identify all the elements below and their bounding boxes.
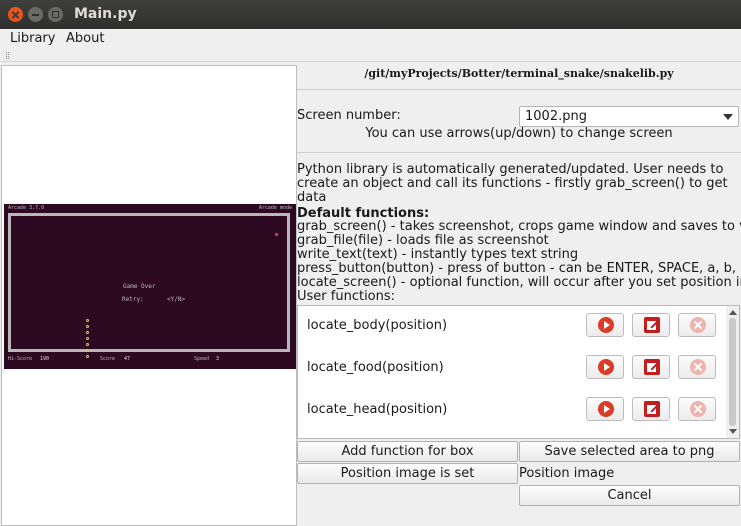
list-scrollbar[interactable] bbox=[726, 306, 739, 438]
edit-function-button[interactable] bbox=[632, 397, 670, 421]
delete-function-button[interactable] bbox=[678, 313, 716, 337]
position-image-set-button[interactable]: Position image is set bbox=[297, 463, 518, 484]
function-name: locate_food(position) bbox=[307, 360, 444, 375]
list-item: locate_body(position) bbox=[298, 306, 726, 346]
edit-icon bbox=[644, 317, 660, 333]
delete-function-button[interactable] bbox=[678, 355, 716, 379]
function-name: locate_body(position) bbox=[307, 318, 448, 333]
window-title: Main.py bbox=[74, 6, 137, 22]
title-bar: Main.py bbox=[0, 0, 741, 29]
delete-icon bbox=[690, 317, 706, 333]
speed-label: Speed bbox=[194, 356, 210, 362]
snake-body bbox=[86, 319, 90, 361]
hiscore-label: Hi-Score bbox=[8, 356, 33, 362]
file-path-bar: /git/myProjects/Botter/terminal_snake/sn… bbox=[297, 63, 741, 87]
play-icon bbox=[598, 317, 614, 333]
food-marker bbox=[275, 233, 278, 236]
default-functions-list: grab_screen() - takes screenshot, crops … bbox=[297, 220, 741, 304]
screen-number-select[interactable]: 1002.png bbox=[519, 106, 739, 127]
scroll-down-icon[interactable] bbox=[729, 429, 737, 434]
default-function-line: write_text(text) - instantly types text … bbox=[297, 247, 579, 262]
retry-text: Retry: bbox=[122, 296, 144, 303]
toolbar-grip-handle[interactable] bbox=[6, 52, 9, 59]
user-functions-list[interactable]: locate_body(position) locate_food(positi… bbox=[297, 305, 740, 439]
game-version-text: Arcade 3.7.0 bbox=[8, 205, 45, 211]
play-icon bbox=[598, 359, 614, 375]
file-path: /git/myProjects/Botter/terminal_snake/sn… bbox=[364, 67, 674, 80]
menu-library[interactable]: Library bbox=[10, 31, 55, 46]
speed-value: 3 bbox=[216, 356, 220, 362]
divider bbox=[297, 152, 741, 153]
default-function-line: locate_screen() - optional function, wil… bbox=[297, 275, 741, 290]
library-description: Python library is automatically generate… bbox=[297, 162, 728, 205]
position-image-label: Position image bbox=[519, 466, 615, 481]
hiscore-value: 190 bbox=[40, 356, 50, 362]
list-item: locate_food(position) bbox=[298, 348, 726, 388]
default-function-line: press_button(button) - press of button -… bbox=[297, 261, 741, 276]
toolbar bbox=[0, 50, 741, 62]
screenshot-preview[interactable]: Arcade 3.7.0 Arcade mode Game Over Retry… bbox=[1, 65, 297, 526]
list-item: locate_head(position) bbox=[298, 390, 726, 430]
minimize-window-icon[interactable] bbox=[28, 7, 43, 22]
add-function-button[interactable]: Add function for box bbox=[297, 441, 518, 462]
divider bbox=[297, 89, 741, 90]
menu-bar: Library About bbox=[0, 29, 741, 49]
run-function-button[interactable] bbox=[586, 355, 624, 379]
edit-function-button[interactable] bbox=[632, 313, 670, 337]
default-function-line: grab_screen() - takes screenshot, crops … bbox=[297, 219, 741, 234]
game-board: Game Over Retry: <Y/N> bbox=[8, 213, 290, 358]
screen-number-label: Screen number: bbox=[297, 108, 401, 123]
scrollbar-thumb[interactable] bbox=[729, 318, 736, 426]
delete-function-button[interactable] bbox=[678, 397, 716, 421]
play-icon bbox=[598, 401, 614, 417]
cancel-button[interactable]: Cancel bbox=[519, 485, 740, 506]
delete-icon bbox=[690, 359, 706, 375]
function-name: locate_head(position) bbox=[307, 402, 448, 417]
score-label: Score bbox=[100, 356, 116, 362]
menu-about[interactable]: About bbox=[66, 31, 104, 46]
score-value: 47 bbox=[124, 356, 131, 362]
run-function-button[interactable] bbox=[586, 397, 624, 421]
game-mode-text: Arcade mode bbox=[258, 205, 292, 211]
user-functions-heading: User functions: bbox=[297, 289, 396, 304]
screen-hint: You can use arrows(up/down) to change sc… bbox=[365, 126, 673, 141]
screen-number-value: 1002.png bbox=[525, 109, 587, 124]
run-function-button[interactable] bbox=[586, 313, 624, 337]
delete-icon bbox=[690, 401, 706, 417]
close-window-icon[interactable] bbox=[8, 7, 23, 22]
game-over-text: Game Over bbox=[123, 283, 156, 290]
edit-icon bbox=[644, 401, 660, 417]
game-screenshot: Arcade 3.7.0 Arcade mode Game Over Retry… bbox=[4, 204, 296, 369]
scroll-up-icon[interactable] bbox=[729, 310, 737, 315]
edit-icon bbox=[644, 359, 660, 375]
edit-function-button[interactable] bbox=[632, 355, 670, 379]
maximize-window-icon[interactable] bbox=[48, 7, 63, 22]
default-function-line: grab_file(file) - loads file as screensh… bbox=[297, 233, 549, 248]
save-area-button[interactable]: Save selected area to png bbox=[519, 441, 740, 462]
retry-options-text: <Y/N> bbox=[167, 296, 186, 303]
chevron-down-icon bbox=[723, 114, 733, 120]
